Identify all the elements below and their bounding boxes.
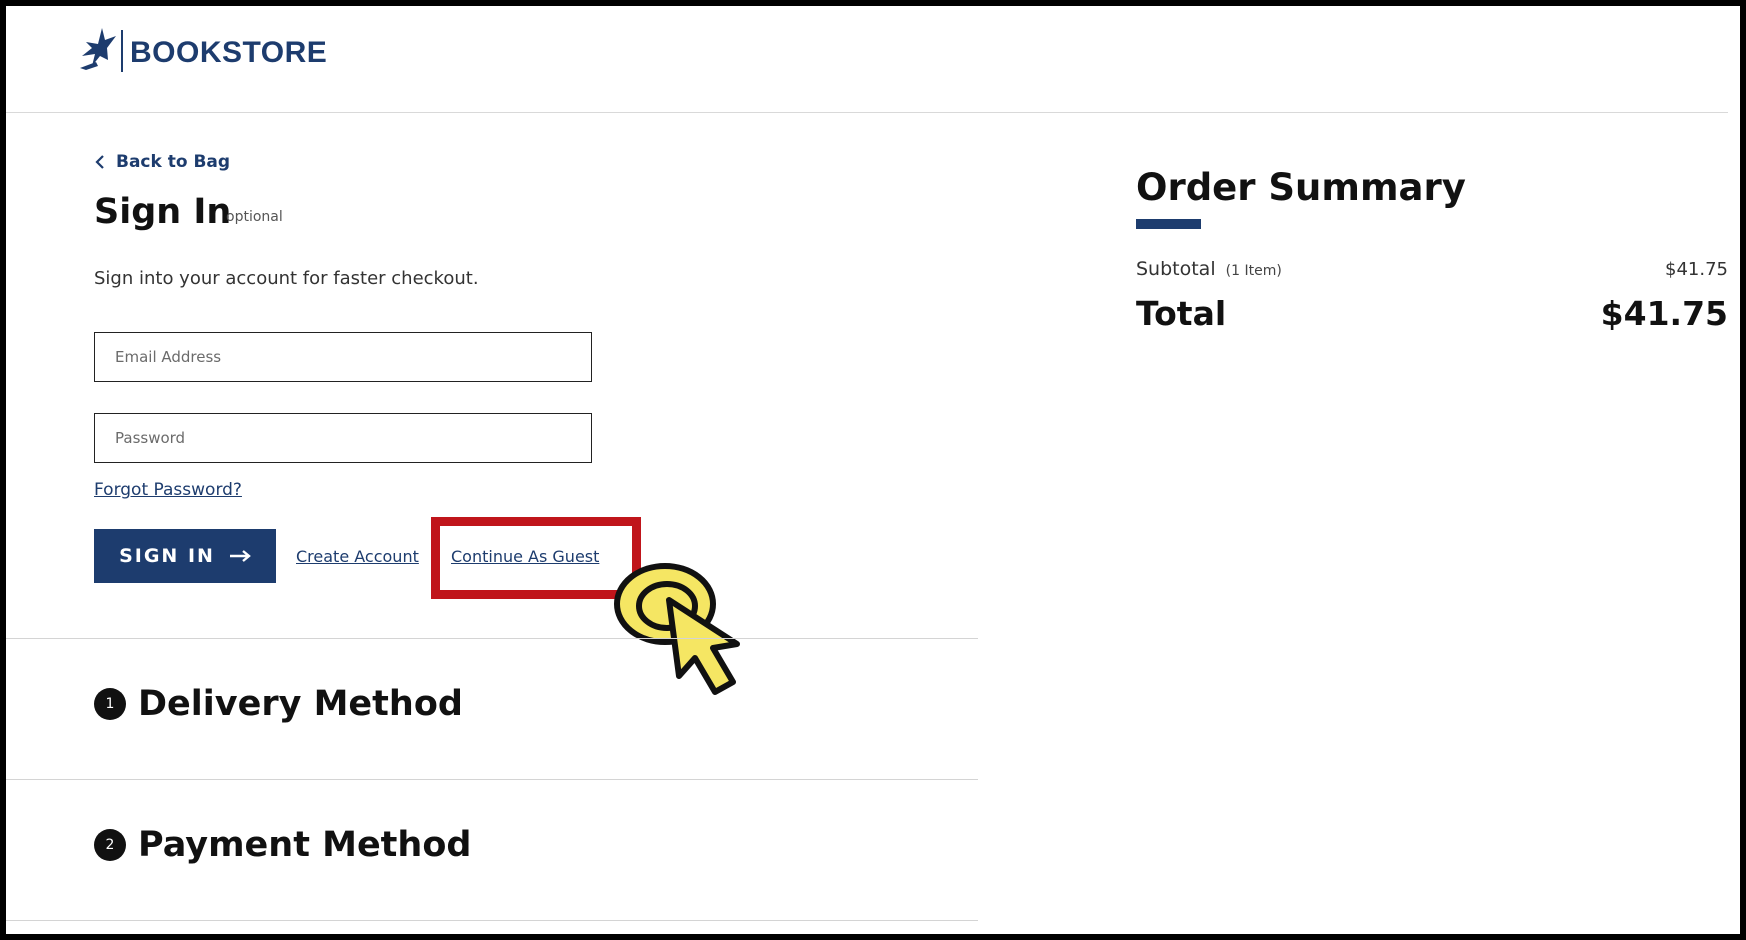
logo-text[interactable]: BOOKSTORE	[130, 36, 327, 70]
subtotal-label: Subtotal (1 Item)	[1136, 258, 1282, 280]
signin-button[interactable]: SIGN IN	[94, 529, 276, 583]
email-field[interactable]	[94, 332, 592, 382]
section-divider	[6, 638, 978, 639]
step-number-badge: 1	[94, 688, 126, 720]
back-to-bag-label: Back to Bag	[116, 152, 231, 172]
step-number-badge: 2	[94, 829, 126, 861]
forgot-password-link[interactable]: Forgot Password?	[94, 480, 242, 500]
section-divider	[6, 779, 978, 780]
continue-as-guest-link[interactable]: Continue As Guest	[451, 547, 599, 566]
page-frame: BOOKSTORE Back to Bag Sign In optional S…	[0, 0, 1746, 940]
section-divider	[6, 920, 978, 921]
delivery-method-step[interactable]: 1 Delivery Method	[94, 684, 463, 724]
click-pointer-icon	[614, 563, 740, 695]
logo-divider	[121, 30, 123, 72]
payment-method-title: Payment Method	[138, 825, 472, 865]
password-input[interactable]	[95, 414, 591, 462]
email-input[interactable]	[95, 333, 591, 381]
optional-tag: optional	[226, 209, 283, 225]
site-header: BOOKSTORE	[6, 6, 1728, 113]
arrow-right-icon	[229, 550, 251, 562]
delivery-method-title: Delivery Method	[138, 684, 463, 724]
order-summary-accent-bar	[1136, 219, 1201, 229]
subtotal-item-count: (1 Item)	[1225, 263, 1282, 279]
signin-description: Sign into your account for faster checko…	[94, 268, 479, 289]
chevron-left-icon	[95, 155, 104, 169]
subtotal-text: Subtotal	[1136, 258, 1216, 280]
signin-button-label: SIGN IN	[119, 545, 215, 567]
signin-title: Sign In	[94, 192, 232, 232]
create-account-link[interactable]: Create Account	[296, 547, 419, 566]
total-label: Total	[1136, 294, 1227, 333]
subtotal-value: $41.75	[1665, 259, 1728, 280]
payment-method-step[interactable]: 2 Payment Method	[94, 825, 471, 865]
password-field[interactable]	[94, 413, 592, 463]
back-to-bag-link[interactable]: Back to Bag	[94, 152, 230, 172]
total-value: $41.75	[1600, 294, 1728, 333]
bird-logo-icon[interactable]	[78, 26, 118, 72]
order-summary-title: Order Summary	[1136, 166, 1466, 209]
